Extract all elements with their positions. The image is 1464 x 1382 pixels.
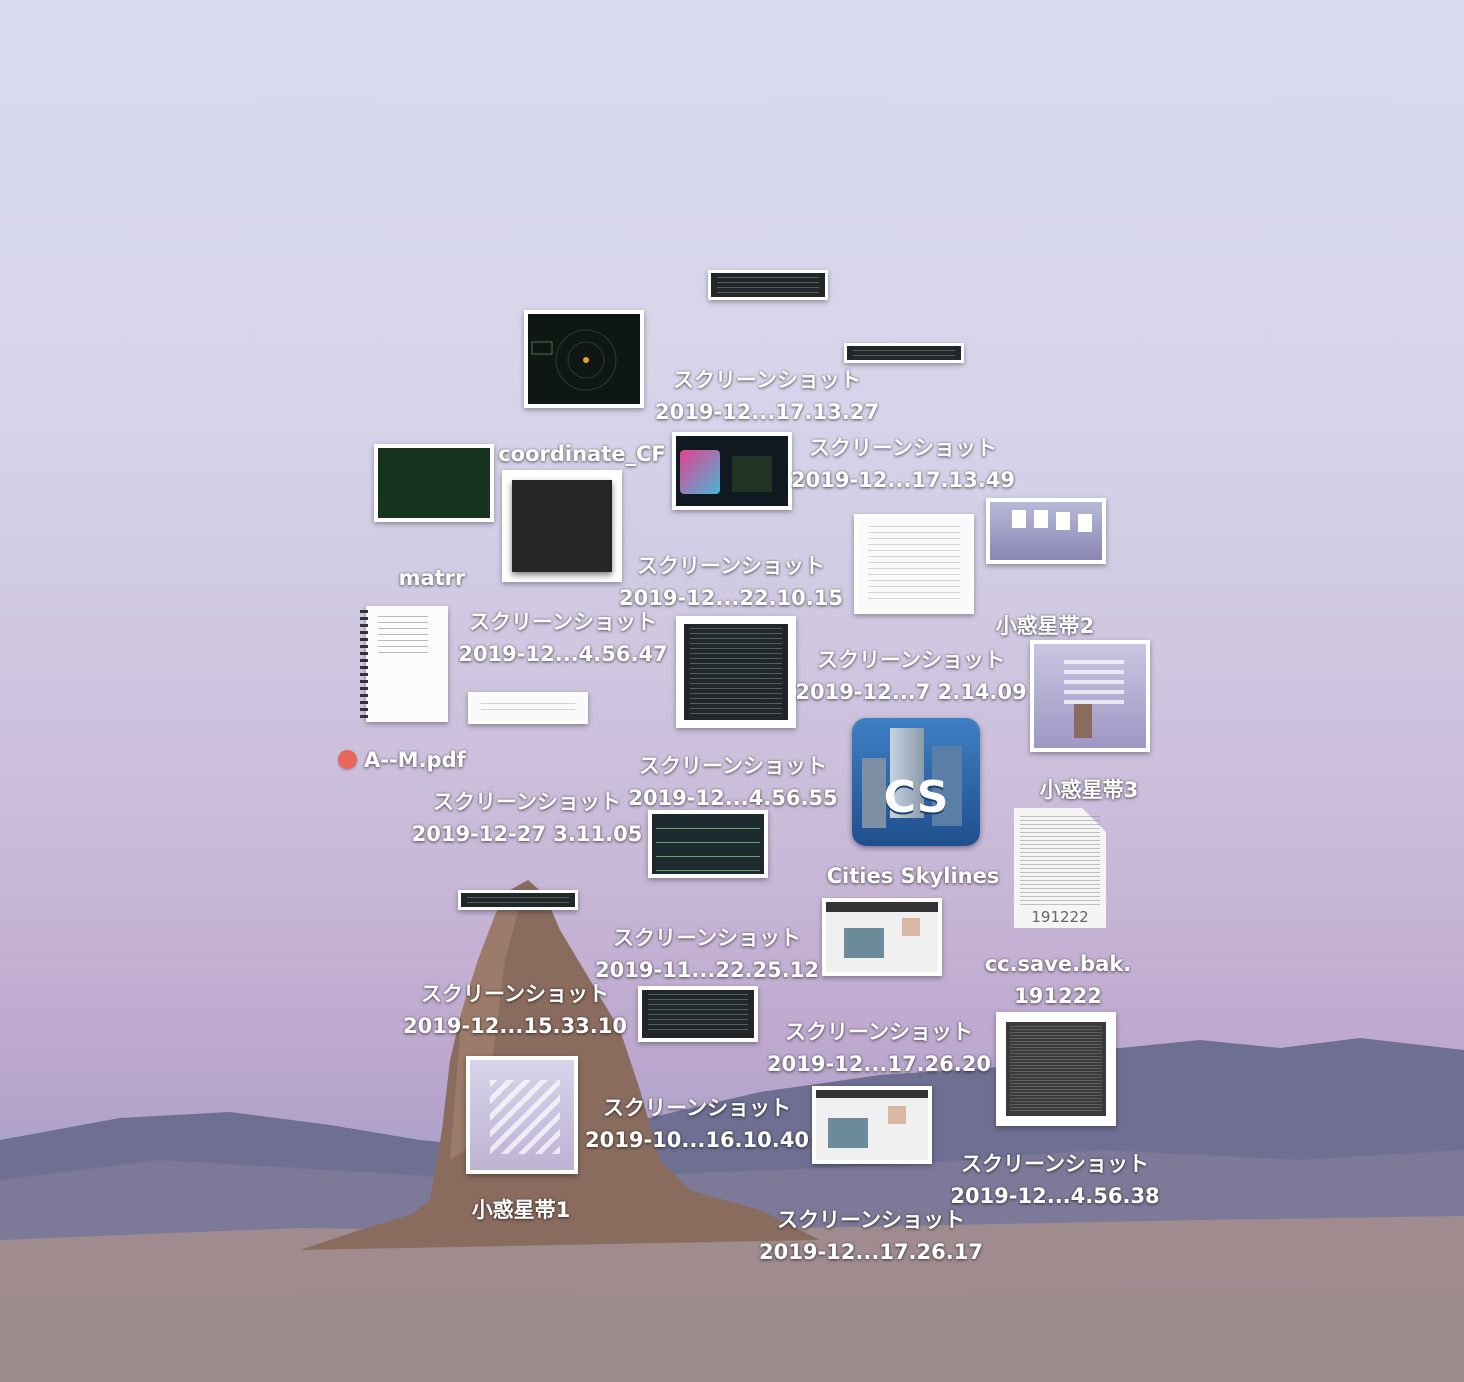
file-label: スクリーンショット 2019-11...22.25.12: [595, 926, 819, 982]
screenshot-thumbnail[interactable]: [676, 616, 796, 728]
file-label: coordinate_CF: [498, 442, 666, 466]
screenshot-thumbnail[interactable]: [812, 1086, 932, 1164]
file-label: スクリーンショット 2019-12...4.56.47: [458, 610, 668, 666]
file-label: スクリーンショット 2019-12...17.26.20: [767, 1020, 991, 1076]
screenshot-thumbnail[interactable]: [986, 498, 1106, 564]
file-label: スクリーンショット 2019-12...15.33.10: [403, 982, 627, 1038]
file-label: スクリーンショット 2019-12-27 3.11.05: [411, 790, 643, 846]
file-label: 小惑星帯3: [1039, 778, 1139, 802]
file-label: cc.save.bak. 191222: [984, 952, 1132, 1008]
file-thumbnail[interactable]: [466, 1056, 578, 1174]
screenshot-thumbnail[interactable]: [844, 343, 964, 363]
file-label: スクリーンショット 2019-12...17.13.49: [791, 436, 1015, 492]
red-tag-icon: [338, 750, 357, 769]
screenshot-thumbnail[interactable]: [638, 986, 758, 1042]
file-label: スクリーンショット 2019-12...22.10.15: [619, 554, 843, 610]
desktop[interactable]: スクリーンショット 2019-12...17.13.27 coordinate_C…: [0, 0, 1464, 1382]
screenshot-thumbnail[interactable]: [524, 310, 644, 408]
screenshot-thumbnail[interactable]: [708, 270, 828, 300]
file-label: スクリーンショット 2019-12...17.26.17: [759, 1208, 983, 1264]
screenshot-thumbnail[interactable]: [458, 890, 578, 910]
file-label: A--M.pdf: [364, 748, 466, 772]
file-label: スクリーンショット 2019-10...16.10.40: [585, 1096, 809, 1152]
screenshot-thumbnail[interactable]: [854, 514, 974, 614]
screenshot-thumbnail[interactable]: [822, 898, 942, 976]
file-thumbnail[interactable]: [1030, 640, 1150, 752]
screenshot-thumbnail[interactable]: [648, 810, 768, 878]
screenshot-thumbnail[interactable]: [672, 432, 792, 510]
file-label: Cities Skylines: [826, 864, 1000, 888]
cities-skylines-app-icon[interactable]: CS: [852, 718, 980, 846]
file-label: matrr: [398, 566, 466, 590]
file-label: スクリーンショット 2019-12...4.56.38: [950, 1152, 1160, 1208]
file-thumbnail[interactable]: [468, 692, 588, 724]
file-thumbnail[interactable]: [374, 444, 494, 522]
file-label: スクリーンショット 2019-12...17.13.27: [655, 368, 879, 424]
file-label: スクリーンショット 2019-12...7 2.14.09: [795, 648, 1027, 704]
file-label: 小惑星帯2: [995, 614, 1095, 638]
file-label: 小惑星帯1: [471, 1198, 571, 1222]
text-document-icon[interactable]: 191222: [1014, 808, 1106, 928]
file-thumbnail[interactable]: [996, 1012, 1116, 1126]
